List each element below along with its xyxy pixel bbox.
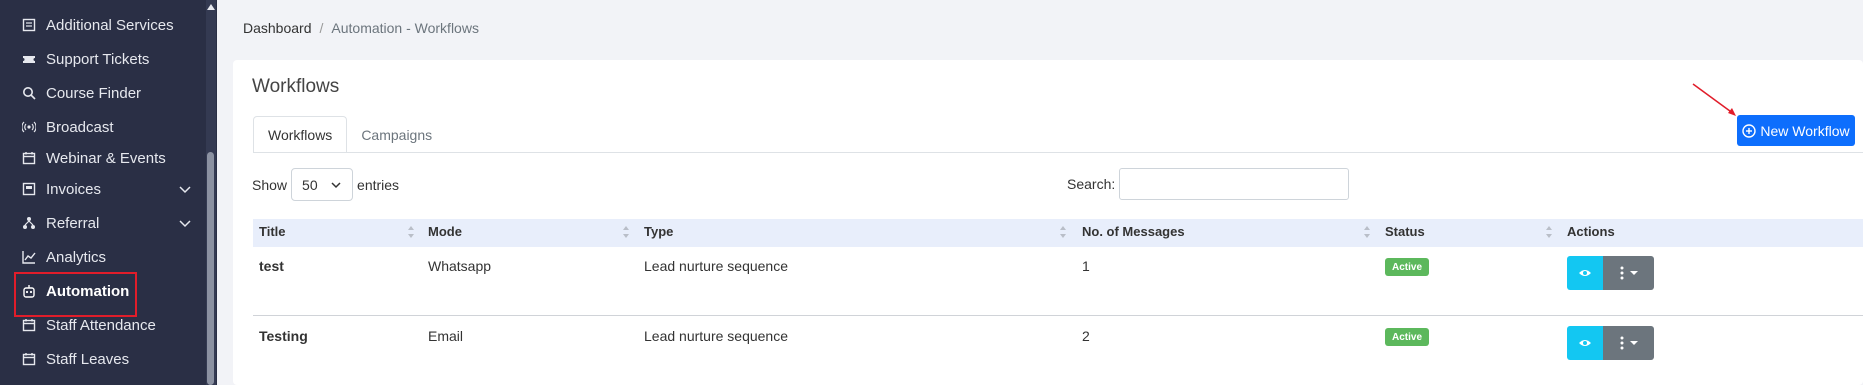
breadcrumb-separator: / — [319, 20, 324, 36]
breadcrumb: Dashboard / Automation - Workflows — [243, 20, 479, 36]
row-divider — [253, 315, 1863, 316]
calendar-icon — [22, 151, 36, 165]
new-workflow-button[interactable]: New Workflow — [1737, 115, 1855, 146]
entries-label: entries — [357, 176, 400, 193]
sort-icon[interactable] — [1545, 225, 1553, 239]
page-title: Workflows — [252, 76, 340, 97]
sidebar-item-label: Automation — [46, 282, 130, 300]
sidebar-item-label: Support Tickets — [46, 50, 150, 68]
scrollbar-thumb[interactable] — [207, 152, 214, 385]
referral-icon — [22, 216, 36, 230]
annotation-arrow — [1692, 83, 1736, 116]
sidebar-item-label: Referral — [46, 214, 100, 232]
more-actions-button[interactable] — [1603, 256, 1654, 290]
caret-down-icon — [1629, 341, 1638, 345]
more-vertical-icon — [1620, 336, 1623, 350]
table-cell-messages: 1 — [1082, 258, 1090, 274]
column-header-actions: Actions — [1567, 224, 1615, 239]
automation-icon — [22, 284, 36, 298]
status-badge: Active — [1385, 258, 1429, 276]
sidebar-item-label: Webinar & Events — [46, 149, 166, 167]
chevron-down-icon[interactable] — [178, 216, 192, 230]
calendar-icon — [22, 318, 36, 332]
eye-icon — [1579, 340, 1591, 346]
sort-icon[interactable] — [407, 225, 415, 239]
scroll-up-icon[interactable] — [206, 2, 216, 12]
tab-campaigns[interactable]: Campaigns — [347, 116, 446, 153]
sidebar-item-label: Additional Services — [46, 16, 174, 34]
broadcast-icon — [22, 120, 36, 134]
sidebar-item-label: Staff Leaves — [46, 350, 130, 368]
sidebar-item-label: Analytics — [46, 248, 107, 266]
sidebar-item-label: Broadcast — [46, 118, 114, 136]
services-icon — [22, 18, 36, 32]
entries-select[interactable]: 50 — [291, 168, 354, 201]
sidebar-item-label: Course Finder — [46, 84, 142, 102]
column-header-messages[interactable]: No. of Messages — [1082, 224, 1185, 239]
table-cell-title: test — [259, 258, 284, 274]
tab-workflows[interactable]: Workflows — [253, 116, 348, 153]
sidebar-item-automation[interactable]: Automation — [22, 276, 202, 306]
sidebar-item-staff-attendance[interactable]: Staff Attendance — [22, 310, 202, 340]
search-icon — [22, 86, 36, 100]
sidebar-item-referral[interactable]: Referral — [22, 208, 202, 238]
ticket-icon — [22, 52, 36, 66]
search-input[interactable] — [1119, 168, 1349, 200]
breadcrumb-current: Automation - Workflows — [331, 20, 479, 36]
view-button[interactable] — [1567, 326, 1603, 360]
table-cell-type: Lead nurture sequence — [644, 328, 788, 344]
view-button[interactable] — [1567, 256, 1603, 290]
invoice-icon — [22, 182, 36, 196]
sort-icon[interactable] — [622, 225, 630, 239]
table-cell-type: Lead nurture sequence — [644, 258, 788, 274]
table-header — [253, 219, 1863, 247]
sidebar-item-label: Invoices — [46, 180, 102, 198]
calendar-icon — [22, 352, 36, 366]
table-cell-mode: Email — [428, 328, 464, 344]
sidebar-item-broadcast[interactable]: Broadcast — [22, 112, 202, 142]
sidebar-item-webinar-events[interactable]: Webinar & Events — [22, 143, 202, 173]
column-header-mode[interactable]: Mode — [428, 224, 462, 239]
status-badge: Active — [1385, 328, 1429, 346]
sort-icon[interactable] — [1059, 225, 1067, 239]
sidebar-item-course-finder[interactable]: Course Finder — [22, 78, 202, 108]
caret-down-icon — [1629, 271, 1638, 275]
show-label: Show — [252, 176, 288, 193]
tabs-divider — [253, 152, 1863, 153]
chevron-down-icon — [331, 181, 341, 188]
more-actions-button[interactable] — [1603, 326, 1654, 360]
sidebar-item-additional-services[interactable]: Additional Services — [22, 10, 202, 40]
plus-circle-icon — [1742, 123, 1757, 138]
more-vertical-icon — [1620, 266, 1623, 280]
breadcrumb-home-link[interactable]: Dashboard — [243, 20, 312, 36]
length-control: Show 50 entries — [252, 168, 399, 201]
table-cell-messages: 2 — [1082, 328, 1090, 344]
column-header-title[interactable]: Title — [259, 224, 286, 239]
column-header-type[interactable]: Type — [644, 224, 673, 239]
sidebar: Additional Services Support Tickets Cour… — [0, 0, 217, 385]
new-workflow-label: New Workflow — [1760, 122, 1850, 139]
sidebar-item-invoices[interactable]: Invoices — [22, 174, 202, 204]
column-header-status[interactable]: Status — [1385, 224, 1425, 239]
tab-bar: Workflows Campaigns — [253, 116, 446, 153]
sort-icon[interactable] — [1363, 225, 1371, 239]
sidebar-item-support-tickets[interactable]: Support Tickets — [22, 44, 202, 74]
chart-line-icon — [22, 250, 36, 264]
chevron-down-icon[interactable] — [178, 182, 192, 196]
entries-value: 50 — [302, 176, 318, 193]
search-label: Search: — [1067, 176, 1116, 192]
table-cell-title: Testing — [259, 328, 308, 344]
sidebar-item-label: Staff Attendance — [46, 316, 156, 334]
sidebar-item-analytics[interactable]: Analytics — [22, 242, 202, 272]
sidebar-item-staff-leaves[interactable]: Staff Leaves — [22, 344, 202, 374]
eye-icon — [1579, 270, 1591, 276]
table-cell-mode: Whatsapp — [428, 258, 492, 274]
